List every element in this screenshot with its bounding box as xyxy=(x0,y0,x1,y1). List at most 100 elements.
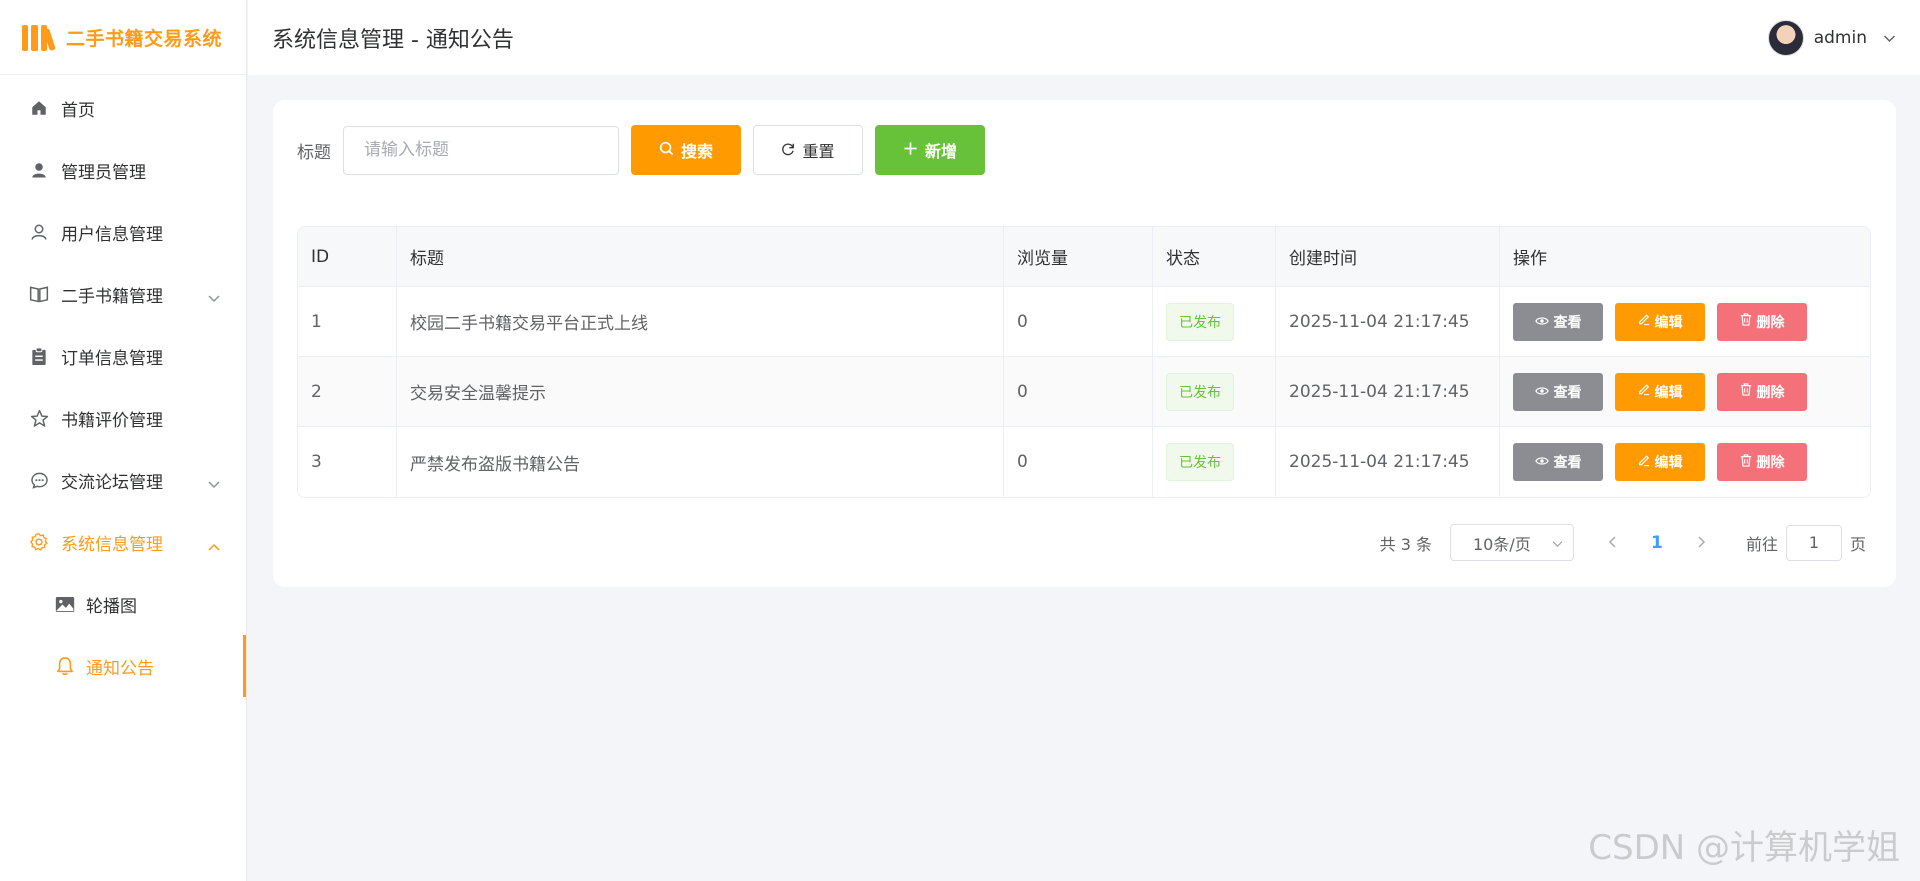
cell-views: 0 xyxy=(1004,357,1153,426)
cell-id: 3 xyxy=(298,427,397,497)
user-filled-icon xyxy=(28,159,50,181)
delete-button[interactable]: 删除 xyxy=(1717,372,1807,411)
sidebar-menu: 首页 管理员管理 用户信息管理 二手书籍管理 订单信息管理 书籍评价管理 交流论… xyxy=(0,75,246,697)
plus-icon xyxy=(903,141,918,160)
home-icon xyxy=(28,97,50,119)
table-row[interactable]: 2 交易安全温馨提示 0 已发布 2025-11-04 21:17:45 查看 … xyxy=(298,357,1870,427)
view-button-label: 查看 xyxy=(1553,455,1582,471)
books-logo-icon xyxy=(22,23,56,51)
sidebar-item-users[interactable]: 用户信息管理 xyxy=(0,201,246,263)
view-button[interactable]: 查看 xyxy=(1513,302,1603,341)
edit-button[interactable]: 编辑 xyxy=(1615,302,1705,341)
image-icon xyxy=(54,593,76,615)
status-badge: 已发布 xyxy=(1166,372,1234,411)
chevron-down-icon xyxy=(208,288,220,308)
edit-button[interactable]: 编辑 xyxy=(1615,372,1705,411)
delete-button[interactable]: 删除 xyxy=(1717,302,1807,341)
search-button-label: 搜索 xyxy=(680,142,713,161)
cell-created: 2025-11-04 21:17:45 xyxy=(1276,427,1500,497)
cell-id: 1 xyxy=(298,287,397,356)
sidebar-subitem-notices[interactable]: 通知公告 xyxy=(0,635,246,697)
chevron-down-icon xyxy=(1883,28,1896,47)
app-name: 二手书籍交易系统 xyxy=(66,27,223,50)
delete-button-label: 删除 xyxy=(1756,455,1785,471)
page-suffix: 页 xyxy=(1849,534,1866,554)
page-size-select[interactable]: 10条/页 xyxy=(1449,524,1574,561)
cell-title: 严禁发布盗版书籍公告 xyxy=(397,427,1004,497)
cell-status: 已发布 xyxy=(1153,287,1276,356)
sidebar-item-label: 用户信息管理 xyxy=(61,224,163,245)
status-badge: 已发布 xyxy=(1166,443,1234,481)
avatar xyxy=(1767,19,1804,56)
page-number-current[interactable]: 1 xyxy=(1628,533,1686,553)
reset-button[interactable]: 重置 xyxy=(753,125,863,175)
chat-icon xyxy=(28,469,50,491)
eye-icon xyxy=(1534,454,1549,470)
column-header-status[interactable]: 状态 xyxy=(1153,227,1276,286)
add-button-label: 新增 xyxy=(924,142,957,161)
view-button-label: 查看 xyxy=(1553,384,1582,401)
pagination: 共 3 条 10条/页 1 前往 页 xyxy=(1380,524,1866,561)
next-page-button[interactable] xyxy=(1686,533,1718,552)
sidebar-item-reviews[interactable]: 书籍评价管理 xyxy=(0,387,246,449)
sidebar-item-label: 管理员管理 xyxy=(61,162,146,183)
cell-views: 0 xyxy=(1004,287,1153,356)
app-logo[interactable]: 二手书籍交易系统 xyxy=(0,0,246,75)
column-header-views[interactable]: 浏览量 xyxy=(1004,227,1153,286)
sidebar-subitem-label: 通知公告 xyxy=(86,658,154,679)
sidebar-item-system[interactable]: 系统信息管理 xyxy=(0,511,246,573)
sidebar-item-label: 交流论坛管理 xyxy=(61,472,163,493)
eye-icon xyxy=(1534,384,1549,400)
cell-actions: 查看 编辑 删除 xyxy=(1500,287,1870,356)
search-button[interactable]: 搜索 xyxy=(631,125,741,175)
cell-created: 2025-11-04 21:17:45 xyxy=(1276,287,1500,356)
eye-icon xyxy=(1534,314,1549,330)
trash-icon xyxy=(1740,313,1752,330)
delete-button[interactable]: 删除 xyxy=(1717,443,1807,481)
view-button-label: 查看 xyxy=(1553,314,1582,331)
column-header-created[interactable]: 创建时间 xyxy=(1276,227,1500,286)
watermark: CSDN @计算机学姐 xyxy=(1588,828,1900,868)
table-header-row: ID 标题 浏览量 状态 创建时间 操作 xyxy=(298,227,1870,287)
book-icon xyxy=(28,283,50,305)
sidebar-item-orders[interactable]: 订单信息管理 xyxy=(0,325,246,387)
sidebar-subitem-carousel[interactable]: 轮播图 xyxy=(0,573,246,635)
page-jumper: 前往 页 xyxy=(1745,524,1866,561)
sidebar-item-home[interactable]: 首页 xyxy=(0,77,246,139)
sidebar-item-books[interactable]: 二手书籍管理 xyxy=(0,263,246,325)
edit-button-label: 编辑 xyxy=(1654,384,1683,401)
username: admin xyxy=(1813,27,1867,48)
column-header-id[interactable]: ID xyxy=(298,227,397,286)
reset-button-label: 重置 xyxy=(802,142,835,161)
sidebar-item-admins[interactable]: 管理员管理 xyxy=(0,139,246,201)
chevron-down-icon xyxy=(208,474,220,494)
cell-created: 2025-11-04 21:17:45 xyxy=(1276,357,1500,426)
view-button[interactable]: 查看 xyxy=(1513,443,1603,481)
user-icon xyxy=(28,221,50,243)
prev-page-button[interactable] xyxy=(1596,533,1628,552)
sidebar-item-label: 系统信息管理 xyxy=(61,534,163,555)
cell-status: 已发布 xyxy=(1153,357,1276,426)
view-button[interactable]: 查看 xyxy=(1513,372,1603,411)
page-size-value: 10条/页 xyxy=(1472,534,1531,554)
pencil-icon xyxy=(1638,454,1650,471)
trash-icon xyxy=(1740,383,1752,400)
pencil-icon xyxy=(1638,313,1650,330)
user-menu[interactable]: admin xyxy=(1767,19,1896,56)
column-header-title[interactable]: 标题 xyxy=(397,227,1004,286)
table-row[interactable]: 1 校园二手书籍交易平台正式上线 0 已发布 2025-11-04 21:17:… xyxy=(298,287,1870,357)
goto-label: 前往 xyxy=(1745,534,1778,554)
search-icon xyxy=(659,141,674,160)
title-search-input[interactable] xyxy=(343,125,619,175)
sidebar-subitem-label: 轮播图 xyxy=(86,596,137,617)
table-row[interactable]: 3 严禁发布盗版书籍公告 0 已发布 2025-11-04 21:17:45 查… xyxy=(298,427,1870,497)
sidebar-item-label: 订单信息管理 xyxy=(61,348,163,369)
gear-icon xyxy=(28,531,50,553)
edit-button[interactable]: 编辑 xyxy=(1615,443,1705,481)
sidebar-item-forum[interactable]: 交流论坛管理 xyxy=(0,449,246,511)
goto-page-input[interactable] xyxy=(1785,524,1842,561)
add-button[interactable]: 新增 xyxy=(875,125,985,175)
bell-icon xyxy=(54,655,76,677)
delete-button-label: 删除 xyxy=(1756,314,1785,331)
delete-button-label: 删除 xyxy=(1756,384,1785,401)
